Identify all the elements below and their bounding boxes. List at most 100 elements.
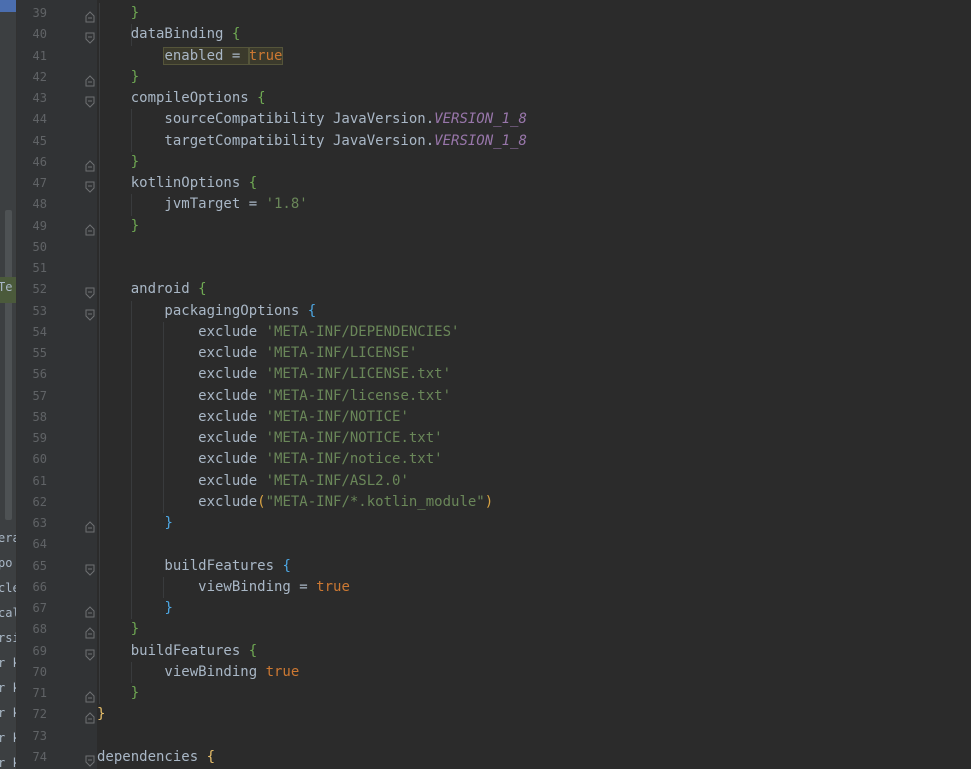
code-line[interactable]: 68 } [0, 619, 971, 640]
fold-start-icon[interactable] [85, 646, 95, 661]
code-line[interactable]: 66 viewBinding = true [0, 577, 971, 598]
code-text[interactable]: } [97, 216, 139, 237]
code-token: { [198, 281, 207, 298]
code-token: jvmTarget = [97, 196, 266, 213]
fold-start-icon[interactable] [85, 752, 95, 767]
code-line[interactable]: 40 dataBinding { [0, 24, 971, 45]
code-line[interactable]: 44 sourceCompatibility JavaVersion.VERSI… [0, 109, 971, 130]
code-text[interactable]: exclude 'META-INF/LICENSE.txt' [97, 364, 451, 385]
code-text[interactable]: exclude("META-INF/*.kotlin_module") [97, 492, 493, 513]
fold-end-icon[interactable] [85, 72, 95, 87]
code-text[interactable]: exclude 'META-INF/NOTICE.txt' [97, 428, 442, 449]
code-line[interactable]: 52 android { [0, 279, 971, 300]
code-line[interactable]: 48 jvmTarget = '1.8' [0, 194, 971, 215]
line-number: 71 [32, 686, 47, 700]
fold-start-icon[interactable] [85, 306, 95, 321]
code-line[interactable]: 42 } [0, 67, 971, 88]
code-text[interactable]: dataBinding { [97, 24, 241, 45]
code-text[interactable]: exclude 'META-INF/notice.txt' [97, 449, 442, 470]
fold-end-icon[interactable] [85, 221, 95, 235]
line-number: 49 [32, 218, 47, 233]
fold-start-icon[interactable] [85, 284, 95, 299]
line-number: 39 [32, 6, 47, 20]
code-text[interactable]: } [97, 152, 139, 173]
code-text[interactable]: dependencies { [97, 747, 215, 768]
fold-end-icon[interactable] [85, 709, 95, 724]
code-line[interactable]: 43 compileOptions { [0, 88, 971, 109]
code-line[interactable]: 46 } [0, 152, 971, 173]
code-line[interactable]: 69 buildFeatures { [0, 641, 971, 662]
code-text[interactable]: } [97, 683, 139, 704]
code-line[interactable]: 72} [0, 704, 971, 725]
code-line[interactable]: 59 exclude 'META-INF/NOTICE.txt' [0, 428, 971, 449]
code-text[interactable]: android { [97, 279, 207, 300]
code-line[interactable]: 61 exclude 'META-INF/ASL2.0' [0, 471, 971, 492]
code-text[interactable]: jvmTarget = '1.8' [97, 194, 307, 215]
code-line[interactable]: 51 [0, 258, 971, 279]
code-text[interactable]: exclude 'META-INF/LICENSE' [97, 343, 417, 364]
code-line[interactable]: 56 exclude 'META-INF/LICENSE.txt' [0, 364, 971, 385]
code-text[interactable]: kotlinOptions { [97, 173, 257, 194]
code-token: } [130, 217, 140, 234]
code-line[interactable]: 60 exclude 'META-INF/notice.txt' [0, 449, 971, 470]
code-line[interactable]: 47 kotlinOptions { [0, 173, 971, 194]
fold-end-icon[interactable] [85, 518, 95, 533]
code-token: dependencies [97, 748, 207, 765]
fold-start-icon[interactable] [85, 178, 95, 193]
code-line[interactable]: 67 } [0, 598, 971, 619]
code-token: exclude [97, 387, 266, 404]
code-text[interactable]: packagingOptions { [97, 301, 316, 322]
code-line[interactable]: 62 exclude("META-INF/*.kotlin_module") [0, 492, 971, 513]
code-text[interactable]: exclude 'META-INF/DEPENDENCIES' [97, 322, 459, 343]
code-line[interactable]: 39 } [0, 3, 971, 24]
code-text[interactable]: } [97, 619, 139, 640]
fold-start-icon[interactable] [85, 561, 95, 576]
code-text[interactable]: compileOptions { [97, 88, 266, 109]
code-text[interactable]: viewBinding true [97, 662, 299, 683]
fold-end-icon[interactable] [85, 603, 95, 618]
fold-end-icon[interactable] [85, 624, 95, 639]
code-text[interactable]: } [97, 3, 139, 24]
code-text[interactable]: } [97, 704, 105, 725]
code-token: } [130, 685, 140, 701]
code-line[interactable]: 49 } [0, 216, 971, 237]
fold-start-icon[interactable] [85, 93, 95, 108]
code-line[interactable]: 71 } [0, 683, 971, 704]
code-token: kotlinOptions [97, 175, 249, 191]
code-line[interactable]: 63 } [0, 513, 971, 534]
code-text[interactable]: targetCompatibility JavaVersion.VERSION_… [97, 131, 526, 152]
code-text[interactable]: enabled = true [97, 46, 284, 67]
code-line[interactable]: 70 viewBinding true [0, 662, 971, 683]
code-line[interactable]: 74 dependencies { [0, 747, 971, 768]
code-token: buildFeatures [97, 642, 249, 659]
code-line[interactable]: 50 [0, 237, 971, 258]
code-line[interactable]: 54 exclude 'META-INF/DEPENDENCIES' [0, 322, 971, 343]
line-number: 41 [32, 48, 47, 63]
code-token: 'META-INF/LICENSE.txt' [265, 366, 452, 383]
code-text[interactable]: exclude 'META-INF/NOTICE' [97, 407, 409, 428]
fold-end-icon[interactable] [85, 8, 95, 23]
code-line[interactable]: 58 exclude 'META-INF/NOTICE' [0, 407, 971, 428]
code-text[interactable]: buildFeatures { [97, 641, 257, 662]
code-text[interactable]: } [97, 513, 172, 534]
code-text[interactable]: exclude 'META-INF/ASL2.0' [97, 471, 409, 492]
code-text[interactable]: exclude 'META-INF/license.txt' [97, 386, 451, 407]
code-line[interactable]: 73 [0, 726, 971, 747]
code-line[interactable]: 45 targetCompatibility JavaVersion.VERSI… [0, 131, 971, 152]
code-line[interactable]: 55 exclude 'META-INF/LICENSE' [0, 343, 971, 364]
code-line[interactable]: 53 packagingOptions { [0, 301, 971, 322]
code-text[interactable]: } [97, 67, 139, 88]
code-editor-window: Te era po cle cal rsi r kr kr kr kr k 39 } 40 d… [0, 0, 971, 769]
code-line[interactable]: 64 [0, 534, 971, 555]
fold-start-icon[interactable] [85, 29, 95, 44]
fold-end-icon[interactable] [85, 688, 95, 703]
code-text[interactable]: buildFeatures { [97, 556, 290, 577]
fold-end-icon[interactable] [85, 157, 95, 172]
code-line[interactable]: 41 enabled = true [0, 46, 971, 67]
code-line[interactable]: 65 buildFeatures { [0, 556, 971, 577]
code-text[interactable]: sourceCompatibility JavaVersion.VERSION_… [97, 109, 526, 130]
code-text[interactable]: viewBinding = true [97, 577, 350, 598]
code-line[interactable]: 57 exclude 'META-INF/license.txt' [0, 386, 971, 407]
code-text[interactable]: } [97, 598, 172, 619]
